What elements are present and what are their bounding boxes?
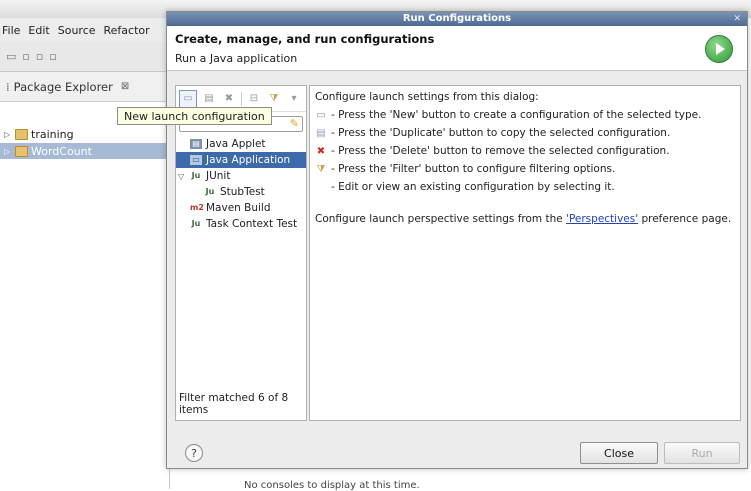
java-applet-icon: ▤ (190, 139, 202, 149)
run-button[interactable]: Run (664, 442, 740, 464)
perspectives-link[interactable]: 'Perspectives' (566, 213, 638, 225)
debug-icon[interactable]: ▫ (49, 50, 56, 63)
menu-file[interactable]: File (2, 24, 20, 37)
close-view-icon[interactable]: ⊠ (121, 81, 129, 92)
config-label: StubTest (220, 186, 265, 198)
config-label: JUnit (206, 170, 231, 182)
config-label: Task Context Test (206, 218, 298, 230)
filter-button[interactable]: ⧩ (266, 91, 282, 107)
tree-item-training[interactable]: ▷ training (0, 126, 170, 142)
config-type-java-application[interactable]: ▭ Java Application (176, 152, 306, 168)
junit-icon: Ju (191, 171, 201, 180)
perspective-text-before: Configure launch perspective settings fr… (315, 213, 567, 225)
run-banner-icon (705, 35, 733, 63)
perspective-settings-text: Configure launch perspective settings fr… (315, 213, 735, 225)
print-icon[interactable]: ▫ (36, 50, 43, 63)
package-explorer-icon: ⁞ (6, 79, 10, 94)
config-label: Java Application (206, 154, 291, 166)
save-icon[interactable]: ▫ (22, 50, 29, 63)
config-type-java-applet[interactable]: ▤ Java Applet (176, 136, 306, 152)
toolbar-separator (241, 91, 242, 106)
help-filter: ⧩ - Press the 'Filter' button to configu… (315, 163, 735, 175)
tree-item-label: WordCount (31, 144, 92, 158)
help-button[interactable]: ? (185, 444, 203, 462)
duplicate-config-button[interactable]: ▤ (201, 91, 217, 107)
filter-status-text: Filter matched 6 of 8 items (179, 392, 289, 416)
help-new: ▭ - Press the 'New' button to create a c… (315, 109, 735, 121)
clear-filter-icon[interactable]: ✎ (290, 117, 299, 130)
help-duplicate: ▤ - Press the 'Duplicate' button to copy… (315, 127, 735, 139)
configuration-help-pane: Configure launch settings from this dial… (309, 85, 741, 421)
package-explorer-view: ⁞ Package Explorer ⊠ ▷ training ▷ WordCo… (0, 72, 170, 489)
new-config-icon: ▭ (316, 109, 326, 121)
collapse-all-button[interactable]: ⊟ (246, 91, 262, 107)
java-application-icon: ▭ (190, 155, 202, 165)
menu-refactor[interactable]: Refactor (104, 24, 150, 37)
new-launch-config-tooltip: New launch configuration (117, 107, 272, 125)
perspective-text-after: preference page. (638, 213, 732, 225)
delete-icon: ✖ (316, 145, 326, 157)
config-label: Java Applet (206, 138, 266, 150)
delete-config-button[interactable]: ✖ (221, 91, 237, 107)
help-delete-text: - Press the 'Delete' button to remove th… (331, 145, 670, 157)
menu-source[interactable]: Source (58, 24, 96, 37)
package-explorer-title: Package Explorer (13, 79, 113, 94)
help-intro-text: Configure launch settings from this dial… (315, 91, 539, 103)
expand-icon[interactable]: ▷ (4, 130, 12, 139)
dialog-heading: Create, manage, and run configurations (175, 32, 435, 46)
close-button[interactable]: Close (580, 442, 658, 464)
project-icon (15, 145, 28, 157)
new-launch-config-button[interactable]: ▭ (179, 89, 197, 108)
project-icon (15, 128, 28, 140)
config-type-maven-build[interactable]: m2 Maven Build (176, 200, 306, 216)
help-intro: Configure launch settings from this dial… (315, 91, 735, 103)
eclipse-menu-bar: File Edit Source Refactor (0, 18, 170, 42)
view-menu-icon[interactable]: ▾ (286, 91, 302, 107)
dialog-header: Create, manage, and run configurations R… (167, 26, 747, 71)
dialog-title: Run Configurations (402, 13, 512, 24)
collapse-icon[interactable]: ▽ (178, 172, 186, 181)
package-explorer-tab[interactable]: ⁞ Package Explorer ⊠ (0, 72, 169, 102)
maven-icon: m2 (190, 203, 204, 212)
console-status: No consoles to display at this time. (244, 480, 420, 491)
window-close-icon[interactable]: ✕ (733, 12, 741, 26)
dialog-title-bar[interactable]: Run Configurations ✕ (167, 12, 747, 26)
junit-test-icon: Ju (205, 187, 215, 196)
config-type-junit[interactable]: ▽ Ju JUnit (176, 168, 306, 184)
task-context-icon: Ju (191, 219, 201, 228)
help-delete: ✖ - Press the 'Delete' button to remove … (315, 145, 735, 157)
expand-icon[interactable]: ▷ (4, 147, 12, 156)
configuration-tree-pane: ▭ ▤ ✖ ⊟ ⧩ ▾ ✎ ▤ Java Applet ▭ Java Appli… (175, 85, 307, 421)
menu-edit[interactable]: Edit (28, 24, 49, 37)
duplicate-icon: ▤ (316, 127, 326, 139)
tree-item-label: training (31, 127, 74, 141)
config-item-stubtest[interactable]: Ju StubTest (176, 184, 306, 200)
filter-icon: ⧩ (316, 163, 326, 175)
help-new-text: - Press the 'New' button to create a con… (331, 109, 702, 121)
help-duplicate-text: - Press the 'Duplicate' button to copy t… (331, 127, 671, 139)
config-label: Maven Build (206, 202, 271, 214)
help-edit: - Edit or view an existing configuration… (315, 181, 735, 193)
dialog-subheading: Run a Java application (175, 52, 298, 65)
eclipse-toolbar: ▭ ▫ ▫ ▫ (0, 42, 170, 72)
new-icon[interactable]: ▭ (6, 50, 16, 63)
help-edit-text: - Edit or view an existing configuration… (331, 181, 615, 193)
help-filter-text: - Press the 'Filter' button to configure… (331, 163, 616, 175)
run-configurations-dialog: Run Configurations ✕ Create, manage, and… (166, 11, 748, 469)
tree-item-wordcount[interactable]: ▷ WordCount (0, 143, 170, 159)
config-type-task-context-test[interactable]: Ju Task Context Test (176, 216, 306, 232)
